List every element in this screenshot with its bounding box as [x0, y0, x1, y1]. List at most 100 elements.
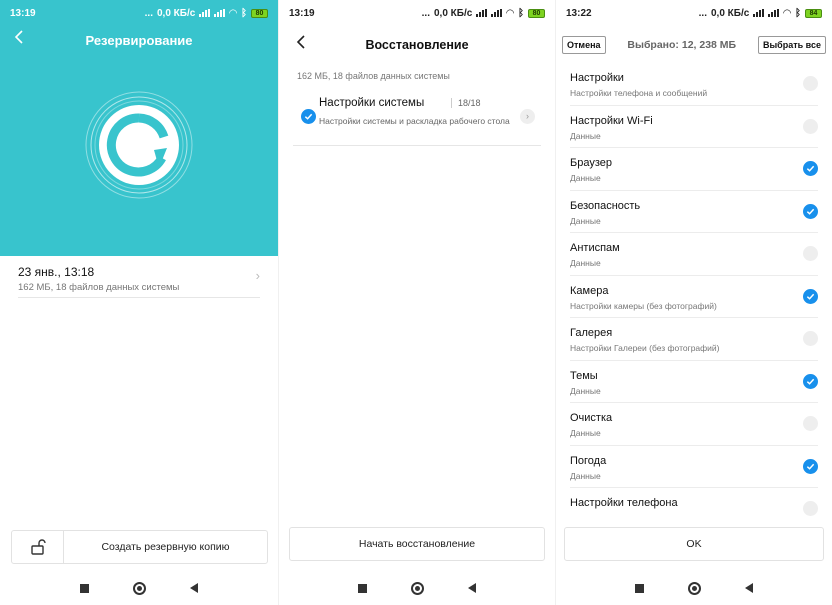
- select-items-screen: 13:22 ... 0,0 КБ/с ◠ ᛒ 84 Отмена Выбрано…: [555, 0, 832, 605]
- list-item[interactable]: Браузер Данные: [570, 148, 818, 191]
- bluetooth-icon: ᛒ: [795, 7, 801, 19]
- signal-icon: [753, 9, 765, 17]
- start-restore-button[interactable]: Начать восстановление: [289, 527, 545, 561]
- group-desc: Настройки системы и раскладка рабочего с…: [319, 116, 510, 126]
- item-desc: Данные: [570, 215, 601, 226]
- signal2-icon: [214, 9, 226, 17]
- home-icon[interactable]: [411, 581, 424, 595]
- back-icon[interactable]: [190, 583, 198, 593]
- item-name: Браузер: [570, 157, 612, 169]
- cancel-button[interactable]: Отмена: [562, 36, 606, 54]
- backup-date: 23 янв., 13:18: [18, 265, 95, 279]
- signal2-icon: [491, 9, 503, 17]
- checkbox-unchecked[interactable]: [803, 331, 818, 346]
- battery-icon: 84: [805, 8, 822, 18]
- wifi-icon: ◠: [506, 7, 514, 19]
- network-speed: 0,0 КБ/с: [433, 7, 473, 19]
- select-all-button[interactable]: Выбрать все: [757, 36, 826, 54]
- selection-toolbar: Отмена Выбрано: 12, 238 МБ Выбрать все: [562, 35, 826, 55]
- item-name: Темы: [570, 369, 598, 382]
- checkbox-checked[interactable]: [803, 161, 818, 176]
- recents-icon[interactable]: [635, 583, 644, 593]
- item-name: Настройки: [570, 72, 624, 84]
- ok-button[interactable]: OK: [564, 527, 824, 561]
- item-desc: Настройки Галереи (без фотографий): [570, 343, 720, 353]
- item-name: Очистка: [570, 412, 613, 424]
- back-icon[interactable]: [745, 583, 753, 593]
- item-name: Безопасность: [570, 199, 641, 212]
- list-item[interactable]: Галерея Настройки Галереи (без фотографий…: [570, 318, 818, 361]
- list-item[interactable]: Темы Данные: [570, 361, 818, 403]
- backup-actions: Создать резервную копию: [11, 530, 268, 564]
- recents-icon[interactable]: [358, 583, 367, 593]
- check-icon: [806, 293, 815, 300]
- status-time: 13:19: [10, 7, 36, 19]
- check-icon: [806, 165, 815, 172]
- back-icon[interactable]: [468, 583, 476, 593]
- checkbox-unchecked[interactable]: [803, 416, 818, 431]
- status-indicators: ... 0,0 КБ/с ◠ ᛒ 84: [699, 8, 822, 19]
- battery-icon: 80: [251, 8, 268, 18]
- status-bar: 13:22 ... 0,0 КБ/с ◠ ᛒ 84: [556, 0, 832, 26]
- bluetooth-icon: ᛒ: [518, 7, 524, 19]
- items-list: Настройки Настройки телефона и сообщений Н…: [556, 63, 832, 517]
- more-icon: ...: [421, 7, 430, 19]
- check-icon: [806, 463, 815, 470]
- recents-icon[interactable]: [80, 583, 89, 593]
- battery-icon: 80: [528, 8, 545, 18]
- list-item[interactable]: Погода Данные: [570, 446, 818, 488]
- unlock-icon: [30, 539, 46, 555]
- lock-button[interactable]: [12, 531, 64, 563]
- status-indicators: ... 0,0 КБ/с ◠ ᛒ 80: [422, 8, 545, 19]
- item-desc: Данные: [570, 258, 601, 268]
- checkbox-unchecked[interactable]: [803, 501, 818, 516]
- list-item[interactable]: Очистка Данные: [570, 403, 818, 446]
- item-name: Погода: [570, 454, 607, 467]
- home-icon[interactable]: [688, 581, 701, 595]
- checkbox-unchecked[interactable]: [803, 118, 818, 134]
- item-desc: Данные: [570, 385, 601, 396]
- item-desc: Данные: [570, 470, 601, 481]
- list-item[interactable]: Настройки телефона: [570, 488, 818, 517]
- create-backup-button[interactable]: Создать резервную копию: [64, 531, 267, 563]
- home-icon[interactable]: [133, 581, 146, 595]
- checkbox-unchecked[interactable]: [803, 76, 818, 91]
- restore-screen: 13:19 ... 0,0 КБ/с ◠ ᛒ 80 Восстановление…: [278, 0, 555, 605]
- status-bar: 13:19 ... 0,0 КБ/с ◠ ᛒ 80: [0, 0, 278, 26]
- nav-bar: [279, 578, 555, 598]
- nav-bar: [0, 578, 278, 598]
- item-name: Камера: [570, 284, 609, 297]
- list-item[interactable]: Настройки Настройки телефона и сообщений: [570, 63, 818, 106]
- chevron-right-icon: ›: [255, 268, 260, 283]
- group-name: Настройки системы: [319, 97, 425, 109]
- restore-group[interactable]: Настройки системы 18/18 Настройки систем…: [293, 88, 541, 146]
- checkbox-checked[interactable]: [803, 203, 818, 219]
- checkbox-unchecked[interactable]: [803, 246, 818, 261]
- item-name: Галерея: [570, 327, 613, 339]
- signal-icon: [199, 9, 211, 17]
- list-item[interactable]: Антиспам Данные: [570, 233, 818, 276]
- checkbox-checked[interactable]: [803, 373, 818, 389]
- item-desc: Данные: [570, 428, 601, 438]
- expand-arrow-icon[interactable]: ›: [520, 109, 535, 124]
- item-name: Настройки Wi-Fi: [570, 114, 653, 127]
- page-title: Резервирование: [85, 32, 193, 48]
- check-icon: [304, 113, 313, 120]
- checkbox-checked[interactable]: [803, 458, 818, 474]
- item-desc: Данные: [570, 130, 601, 141]
- checkbox-checked[interactable]: [803, 288, 818, 304]
- nav-bar: [556, 578, 832, 598]
- check-icon: [806, 378, 815, 385]
- check-icon: [806, 208, 815, 215]
- wifi-icon: ◠: [783, 7, 791, 19]
- restore-summary: 162 МБ, 18 файлов данных системы: [297, 71, 450, 81]
- status-indicators: ... 0,0 КБ/с ◠ ᛒ 80: [145, 8, 268, 19]
- backup-screen: 13:19 ... 0,0 КБ/с ◠ ᛒ 80 Резервирование…: [0, 0, 278, 605]
- list-item[interactable]: Настройки Wi-Fi Данные: [570, 106, 818, 148]
- backup-item[interactable]: 23 янв., 13:18 162 МБ, 18 файлов данных …: [18, 262, 260, 298]
- checkbox-checked[interactable]: [301, 109, 316, 124]
- network-speed: 0,0 КБ/с: [156, 7, 196, 19]
- list-item[interactable]: Камера Настройки камеры (без фотографий): [570, 276, 818, 318]
- signal2-icon: [768, 9, 780, 17]
- list-item[interactable]: Безопасность Данные: [570, 191, 818, 233]
